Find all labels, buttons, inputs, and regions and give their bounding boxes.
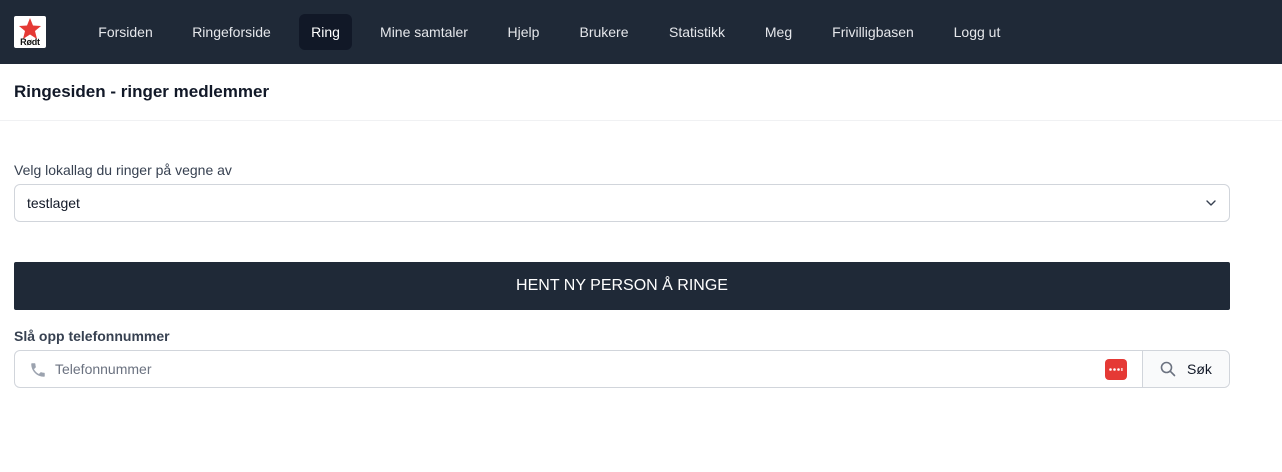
nav-item-forsiden[interactable]: Forsiden [84,14,167,50]
nav-item-frivilligbasen[interactable]: Frivilligbasen [818,14,928,50]
nav-item-mine-samtaler[interactable]: Mine samtaler [366,14,482,50]
fetch-new-person-button[interactable]: HENT NY PERSON Å RINGE [14,262,1230,310]
team-select-label: Velg lokallag du ringer på vegne av [14,162,232,178]
header-divider [0,120,1282,121]
phone-icon [31,363,45,377]
search-icon [1160,361,1176,377]
password-dots-icon [1109,368,1123,371]
nav-item-statistikk[interactable]: Statistikk [655,14,739,50]
chevron-down-icon [1206,200,1216,206]
team-select[interactable]: testlaget [14,184,1230,222]
nav-item-logg-ut[interactable]: Logg ut [940,14,1014,50]
logo-text: Rødt [20,37,40,47]
nav-item-hjelp[interactable]: Hjelp [494,14,553,50]
password-manager-icon[interactable] [1105,359,1127,380]
rodt-logo[interactable]: Rødt [14,16,46,48]
phone-lookup-label: Slå opp telefonnummer [14,328,170,344]
team-select-value: testlaget [27,195,80,211]
nav-item-ring[interactable]: Ring [299,14,352,50]
nav-item-ringeforside[interactable]: Ringeforside [179,14,284,50]
nav-item-meg[interactable]: Meg [751,14,806,50]
phone-lookup-group: Søk [14,350,1230,388]
top-navbar: Rødt Forsiden Ringeforside Ring Mine sam… [0,0,1282,64]
nav-item-brukere[interactable]: Brukere [566,14,642,50]
phone-number-input[interactable] [55,352,1095,386]
page-title: Ringesiden - ringer medlemmer [14,82,270,101]
search-button[interactable]: Søk [1142,351,1229,387]
search-button-label: Søk [1187,361,1212,377]
